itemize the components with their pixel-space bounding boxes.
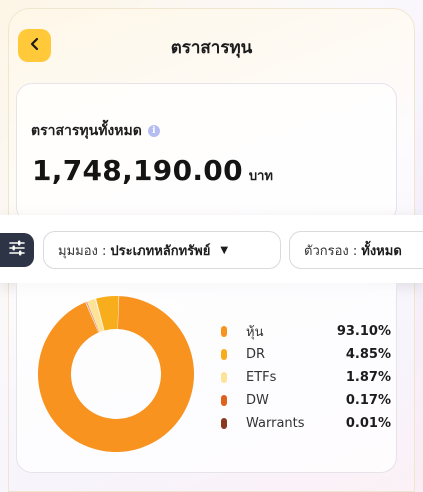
legend-percent: 93.10%	[336, 324, 391, 339]
info-icon[interactable]: i	[147, 125, 160, 137]
legend-color-swatch	[221, 349, 227, 360]
view-mode-label: มุมมอง :	[58, 243, 107, 259]
legend-item: DW 0.17%	[221, 389, 391, 412]
legend-item: ETFs 1.87%	[221, 366, 391, 389]
total-equity-label-row: ตราสารทุนทั้งหมด i	[31, 120, 160, 142]
legend-item: Warrants 0.01%	[221, 412, 391, 435]
filter-dropdown[interactable]: ตัวกรอง : ทั้งหมด	[289, 231, 423, 269]
legend-percent: 1.87%	[345, 370, 391, 385]
legend-percent: 0.01%	[345, 416, 391, 431]
page-title: ตราสารทุน	[170, 38, 253, 58]
total-equity-value: 1,748,190.00 บาท	[32, 154, 273, 187]
legend-label: Warrants	[246, 416, 305, 431]
legend-percent: 0.17%	[345, 393, 391, 408]
allocation-legend: หุ้น 93.10% DR 4.85% ETFs 1.87% DW 0.17% Warrant…	[221, 320, 391, 435]
legend-color-swatch	[221, 395, 227, 406]
currency-unit: บาท	[248, 169, 273, 184]
legend-color-swatch	[221, 418, 227, 429]
total-equity-amount: 1,748,190.00	[32, 154, 243, 187]
allocation-donut-chart	[37, 296, 194, 452]
view-mode-dropdown[interactable]: มุมมอง : ประเภทหลักทรัพย์ ▼	[43, 231, 281, 269]
total-equity-label: ตราสารทุนทั้งหมด	[31, 123, 142, 139]
legend-label: ETFs	[246, 370, 277, 385]
legend-label: DW	[246, 393, 269, 408]
caret-down-icon: ▼	[220, 244, 229, 256]
total-equity-card: ตราสารทุนทั้งหมด i 1,748,190.00 บาท	[16, 83, 397, 223]
sliders-icon	[8, 240, 26, 260]
legend-item: หุ้น 93.10%	[221, 320, 391, 343]
legend-color-swatch	[221, 372, 227, 383]
legend-label: หุ้น	[246, 325, 264, 340]
filter-label: ตัวกรอง :	[304, 243, 358, 259]
allocation-card: หุ้น 93.10% DR 4.85% ETFs 1.87% DW 0.17% Warrant…	[16, 283, 397, 473]
filter-settings-button[interactable]	[0, 233, 34, 267]
view-mode-value: ประเภทหลักทรัพย์	[110, 243, 211, 259]
filter-bar: มุมมอง : ประเภทหลักทรัพย์ ▼ ตัวกรอง : ทั…	[0, 215, 423, 283]
legend-color-swatch	[221, 326, 227, 337]
legend-percent: 4.85%	[345, 347, 391, 362]
legend-label: DR	[246, 347, 266, 362]
filter-value: ทั้งหมด	[361, 243, 402, 259]
legend-item: DR 4.85%	[221, 343, 391, 366]
